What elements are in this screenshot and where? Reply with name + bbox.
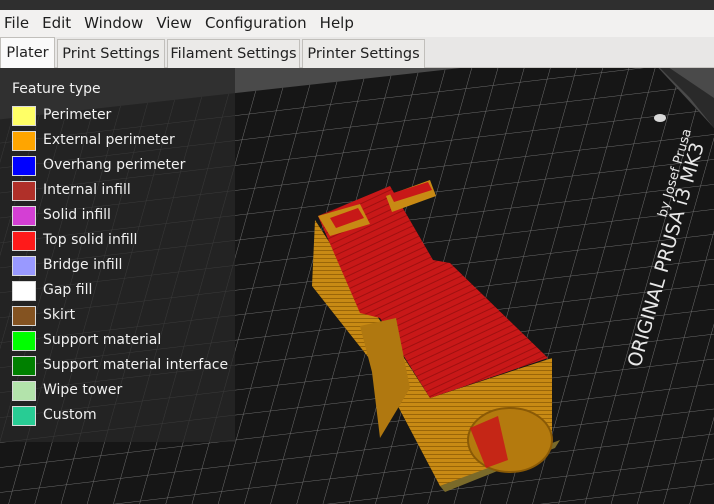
feature-type-legend: Feature type Perimeter External perimeter… (0, 68, 235, 442)
legend-swatch (12, 256, 36, 276)
menu-view[interactable]: View (152, 10, 201, 37)
bed-mounting-hole (654, 114, 666, 122)
legend-label: Top solid infill (43, 232, 138, 248)
legend-label: Overhang perimeter (43, 157, 186, 173)
tab-print-settings[interactable]: Print Settings (57, 39, 165, 68)
3d-preview-viewport[interactable]: ORIGINAL PRUSA i3 MK3 by Josef Prusa Fea… (0, 68, 714, 504)
legend-swatch (12, 381, 36, 401)
legend-label: Internal infill (43, 182, 131, 198)
legend-label: Support material (43, 332, 162, 348)
menu-window[interactable]: Window (80, 10, 152, 37)
legend-label: Gap fill (43, 282, 93, 298)
legend-label: Custom (43, 407, 97, 423)
menu-help[interactable]: Help (316, 10, 363, 37)
tab-plater[interactable]: Plater (0, 37, 55, 68)
legend-label: External perimeter (43, 132, 175, 148)
legend-swatch (12, 131, 36, 151)
legend-label: Skirt (43, 307, 76, 323)
legend-swatch (12, 281, 36, 301)
legend-label: Bridge infill (43, 257, 123, 273)
legend-swatch (12, 406, 36, 426)
legend-title: Feature type (12, 81, 101, 97)
legend-label: Solid infill (43, 207, 111, 223)
tab-filament-settings[interactable]: Filament Settings (167, 39, 300, 68)
menu-file[interactable]: File (0, 10, 38, 37)
legend-swatch (12, 331, 36, 351)
legend-label: Perimeter (43, 107, 112, 123)
legend-swatch (12, 156, 36, 176)
menu-configuration[interactable]: Configuration (201, 10, 316, 37)
legend-swatch (12, 306, 36, 326)
tab-bar: Plater Print Settings Filament Settings … (0, 37, 714, 68)
legend-label: Support material interface (43, 357, 229, 373)
legend-swatch (12, 206, 36, 226)
legend-swatch (12, 181, 36, 201)
legend-swatch (12, 231, 36, 251)
menu-bar: File Edit Window View Configuration Help (0, 10, 714, 37)
menu-edit[interactable]: Edit (38, 10, 80, 37)
tab-printer-settings[interactable]: Printer Settings (302, 39, 425, 68)
legend-swatch (12, 106, 36, 126)
window-titlebar (0, 0, 714, 10)
legend-swatch (12, 356, 36, 376)
legend-label: Wipe tower (43, 382, 123, 398)
